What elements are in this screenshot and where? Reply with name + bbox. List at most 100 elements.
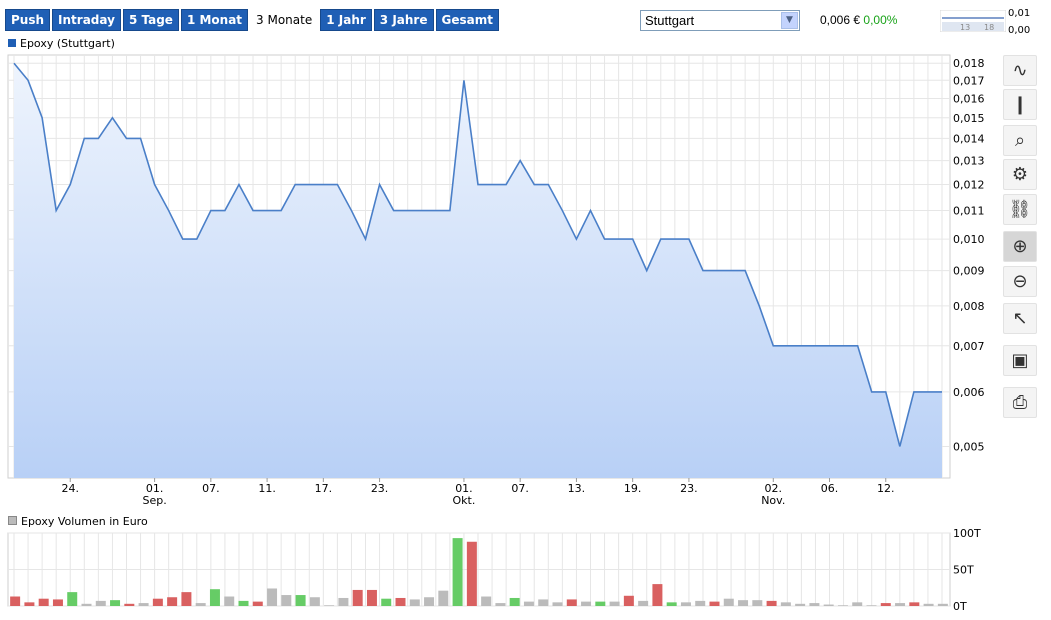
x-tick-label: 23. <box>371 482 389 495</box>
volume-bar <box>738 600 749 606</box>
volume-bar <box>609 601 620 606</box>
volume-bar <box>338 597 349 606</box>
volume-bar <box>295 595 306 606</box>
volume-bar <box>509 597 520 606</box>
volume-y-tick-label: 50T <box>953 564 974 577</box>
volume-bar <box>852 602 863 606</box>
volume-bar <box>795 603 806 606</box>
volume-bar <box>24 602 35 606</box>
volume-bar <box>538 599 549 606</box>
volume-bar <box>595 601 606 606</box>
volume-bar <box>523 601 534 606</box>
volume-bar <box>723 598 734 606</box>
volume-bar <box>452 538 463 606</box>
indicator-icon[interactable]: ⌕ <box>1003 125 1037 156</box>
volume-bar <box>837 605 848 606</box>
volume-y-tick-label: 100T <box>953 527 981 540</box>
volume-bar <box>181 592 192 606</box>
y-tick-label: 0,008 <box>953 300 985 313</box>
volume-bar <box>566 599 577 606</box>
volume-bar <box>167 597 178 606</box>
volume-bar <box>581 601 592 606</box>
y-tick-label: 0,009 <box>953 265 985 278</box>
volume-bar <box>424 597 435 606</box>
volume-bar <box>495 603 506 606</box>
volume-bar <box>438 590 449 606</box>
volume-bar <box>81 603 92 606</box>
volume-bar <box>623 595 634 606</box>
link-icon[interactable]: ⛓ <box>1003 194 1037 225</box>
volume-bar <box>909 602 920 606</box>
volume-bar <box>937 603 948 606</box>
y-tick-label: 0,005 <box>953 440 985 453</box>
x-tick-label: 24. <box>61 482 79 495</box>
volume-bar <box>252 601 263 606</box>
volume-bar <box>110 600 121 606</box>
volume-bar <box>709 601 720 606</box>
volume-bar <box>880 603 891 606</box>
volume-bar <box>809 603 820 606</box>
volume-bar <box>866 605 877 606</box>
volume-bar <box>352 589 363 606</box>
volume-bar <box>195 603 206 606</box>
ohlc-icon[interactable]: ❙ <box>1003 89 1037 120</box>
x-tick-label: 12. <box>877 482 895 495</box>
volume-bar <box>309 597 320 606</box>
volume-bar <box>267 588 278 606</box>
volume-bar <box>695 600 706 606</box>
x-tick-label: 23. <box>680 482 698 495</box>
print-icon[interactable]: ⎙ <box>1003 387 1037 418</box>
volume-bar <box>381 598 392 606</box>
volume-bar <box>95 600 106 606</box>
y-tick-label: 0,012 <box>953 179 985 192</box>
x-tick-label: 11. <box>258 482 276 495</box>
volume-bar <box>766 600 777 606</box>
volume-bar <box>224 596 235 606</box>
y-tick-label: 0,007 <box>953 340 985 353</box>
volume-bar <box>680 602 691 606</box>
volume-bar <box>52 599 63 606</box>
price-volume-chart[interactable]: 0,005 0,006 0,007 0,008 0,009 0,010 0,011 0,012… <box>0 0 1000 620</box>
volume-bar <box>324 605 335 606</box>
save-icon[interactable]: ▣ <box>1003 345 1037 376</box>
mini-min-label: 0,00 <box>1008 25 1031 36</box>
volume-bar <box>395 597 406 606</box>
x-tick-label: 07. <box>511 482 529 495</box>
volume-bar <box>652 584 663 606</box>
x-tick-label: 13. <box>568 482 586 495</box>
volume-bar <box>281 595 292 606</box>
y-tick-label: 0,018 <box>953 57 985 70</box>
volume-bar <box>638 600 649 606</box>
x-tick-month-label: Okt. <box>453 494 476 507</box>
line-chart-icon[interactable]: ∿ <box>1003 55 1037 86</box>
zoom-in-icon[interactable]: ⊕ <box>1003 231 1037 262</box>
volume-bar <box>466 541 477 606</box>
volume-bar <box>152 598 163 606</box>
x-tick-label: 07. <box>202 482 220 495</box>
x-tick-label: 17. <box>315 482 333 495</box>
y-tick-label: 0,006 <box>953 386 985 399</box>
y-tick-label: 0,016 <box>953 92 985 105</box>
volume-bar <box>481 596 492 606</box>
y-tick-label: 0,014 <box>953 132 985 145</box>
settings-icon[interactable]: ⚙ <box>1003 159 1037 190</box>
mini-max-label: 0,01 <box>1008 8 1031 19</box>
volume-bar <box>409 599 420 606</box>
volume-bar <box>552 602 563 606</box>
y-tick-label: 0,010 <box>953 233 985 246</box>
x-tick-month-label: Nov. <box>761 494 785 507</box>
volume-bar <box>10 596 21 606</box>
volume-y-tick-label: 0T <box>953 600 967 613</box>
volume-bar <box>138 603 149 606</box>
volume-bar <box>366 589 377 606</box>
volume-bar <box>923 603 934 606</box>
pointer-icon[interactable]: ↖ <box>1003 303 1037 334</box>
volume-bar <box>823 604 834 606</box>
zoom-out-icon[interactable]: ⊖ <box>1003 266 1037 297</box>
volume-bar <box>124 603 135 606</box>
volume-bar <box>67 592 78 606</box>
y-tick-label: 0,013 <box>953 155 985 168</box>
y-tick-label: 0,015 <box>953 112 985 125</box>
x-tick-label: 06. <box>821 482 839 495</box>
volume-bar <box>238 600 249 606</box>
